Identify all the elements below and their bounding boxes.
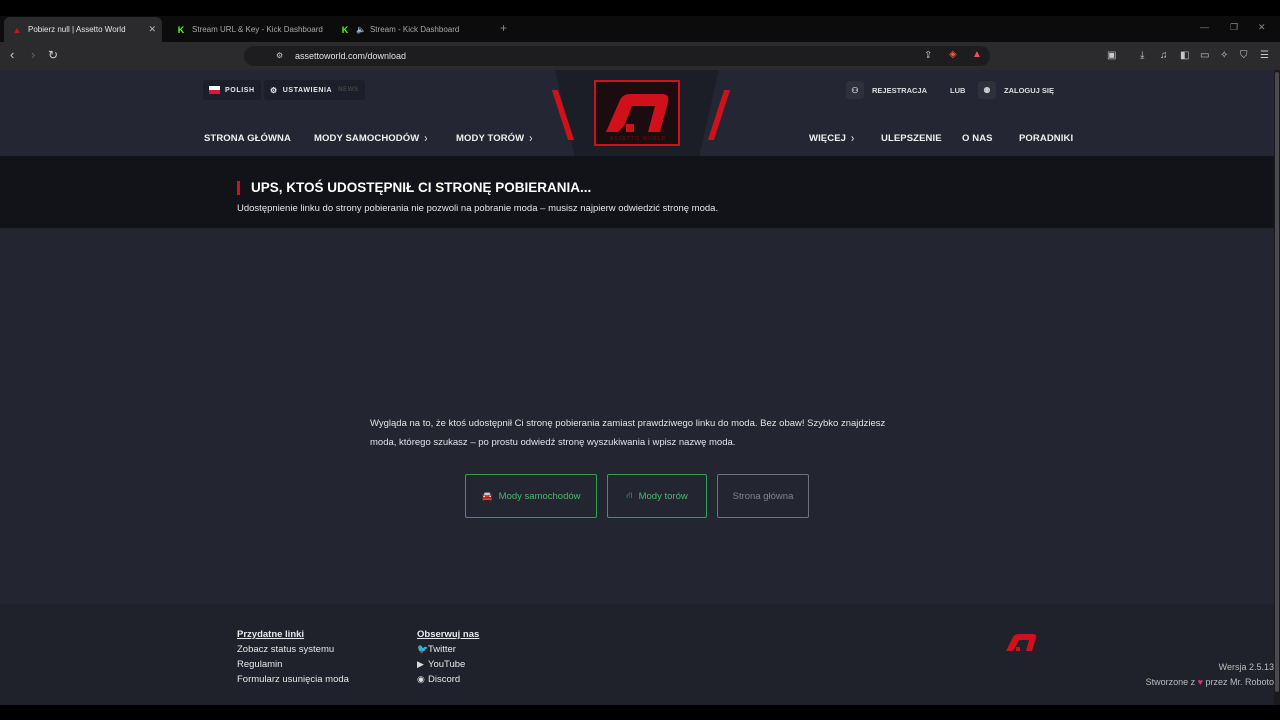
vpn-icon[interactable]: ⛉ bbox=[1240, 50, 1248, 62]
version-label: Wersja 2.5.13 bbox=[1218, 662, 1274, 672]
settings-label: USTAWIENIA bbox=[282, 86, 333, 94]
home-button[interactable]: Strona główna bbox=[717, 474, 809, 518]
menu-icon[interactable]: ☰ bbox=[1260, 50, 1269, 62]
nav-car-mods[interactable]: MODY SAMOCHODÓW › bbox=[314, 131, 428, 146]
settings-button[interactable]: ⚙ USTAWIENIA NEWS bbox=[264, 80, 365, 100]
follow-us-title: Obserwuj nas bbox=[417, 629, 480, 640]
heart-icon: ♥ bbox=[1197, 677, 1203, 687]
speaker-icon: 🔈 bbox=[356, 25, 366, 34]
browser-tab-bar: ▲ Pobierz null | Assetto World ✕ K Strea… bbox=[0, 0, 1280, 42]
url-text: assettoworld.com/download bbox=[295, 51, 407, 61]
tab-title: Stream - Kick Dashboard bbox=[369, 25, 460, 34]
poland-flag-icon bbox=[209, 86, 220, 94]
tab-title: Pobierz null | Assetto World bbox=[28, 25, 126, 34]
track-mods-button[interactable]: ⛙ Mody torów bbox=[607, 474, 707, 518]
add-user-icon: ⚇ bbox=[846, 81, 864, 99]
minimize-icon[interactable]: — bbox=[1200, 22, 1209, 32]
kick-favicon-icon: K bbox=[341, 24, 349, 35]
new-tab-icon[interactable]: + bbox=[500, 21, 507, 35]
link-system-status[interactable]: Zobacz status systemu bbox=[237, 642, 349, 657]
reload-icon[interactable]: ↻ bbox=[48, 48, 58, 62]
footer-version-block: Wersja 2.5.13 Stworzone z ♥ przez Mr. Ro… bbox=[237, 660, 1274, 690]
address-bar[interactable]: ⚙ assettoworld.com/download ⇪ ◈ ▲ bbox=[244, 46, 990, 66]
assetto-favicon-icon: ▲ bbox=[12, 24, 22, 35]
language-label: POLISH bbox=[225, 86, 255, 94]
twitter-icon: 🐦 bbox=[417, 644, 429, 654]
forward-icon[interactable]: › bbox=[31, 48, 35, 62]
tab-assetto-world[interactable]: ▲ Pobierz null | Assetto World ✕ bbox=[4, 17, 162, 42]
restore-icon[interactable]: ❐ bbox=[1230, 22, 1238, 33]
chevron-right-icon: › bbox=[424, 131, 428, 146]
info-message: Wygląda na to, że ktoś udostępnił Ci str… bbox=[370, 418, 886, 448]
reading-mode-icon[interactable]: ◧ bbox=[1180, 50, 1189, 62]
tab-title: Stream URL & Key - Kick Dashboard bbox=[192, 25, 323, 34]
top-strip bbox=[0, 0, 1280, 16]
nav-guides[interactable]: PORADNIKI bbox=[1019, 133, 1073, 144]
user-icon: ⚉ bbox=[978, 81, 996, 99]
scrollbar-thumb[interactable] bbox=[1275, 72, 1279, 692]
wallet-icon[interactable]: ▭ bbox=[1200, 50, 1209, 62]
web-page: ASSETTO WORLD POLISH ⚙ USTAWIENIA NEWS ⚇… bbox=[0, 70, 1274, 705]
language-selector[interactable]: POLISH bbox=[203, 80, 261, 100]
tab-kick-stream[interactable]: K 🔈 Stream - Kick Dashboard bbox=[332, 17, 492, 42]
nav-upgrade[interactable]: ULEPSZENIE bbox=[881, 133, 942, 144]
tab-kick-stream-key[interactable]: K Stream URL & Key - Kick Dashboard bbox=[168, 17, 328, 42]
settings-icon: ⚙ bbox=[270, 85, 278, 95]
road-icon: ⛙ bbox=[626, 490, 633, 500]
page-subtitle: Udostępnienie linku do strony pobierania… bbox=[237, 203, 719, 214]
link-twitter[interactable]: 🐦Twitter bbox=[417, 642, 479, 657]
login-button[interactable]: ⚉ ZALOGUJ SIĘ bbox=[978, 81, 1054, 99]
brave-shield-icon[interactable]: ◈ bbox=[949, 49, 957, 61]
media-icon[interactable]: ♫ bbox=[1160, 50, 1168, 62]
credit-line: Stworzone z ♥ przez Mr. Roboto bbox=[1145, 677, 1274, 687]
close-window-icon[interactable]: ✕ bbox=[1258, 22, 1266, 33]
kick-favicon-icon: K bbox=[177, 24, 185, 35]
register-label: REJESTRACJA bbox=[872, 85, 928, 95]
back-icon[interactable]: ‹ bbox=[10, 48, 14, 62]
download-icon[interactable]: ⤓ bbox=[1140, 50, 1144, 62]
page-title: UPS, KTOŚ UDOSTĘPNIŁ CI STRONĘ POBIERANI… bbox=[237, 181, 591, 195]
or-label: LUB bbox=[950, 85, 966, 95]
chevron-right-icon: › bbox=[851, 131, 855, 146]
car-mods-button[interactable]: 🚘 Mody samochodów bbox=[465, 474, 597, 518]
leo-ai-icon[interactable]: ✧ bbox=[1220, 50, 1228, 62]
useful-links-title: Przydatne linki bbox=[237, 629, 305, 640]
nav-track-mods[interactable]: MODY TORÓW › bbox=[456, 131, 533, 146]
car-icon: 🚘 bbox=[481, 490, 493, 501]
brave-rewards-icon[interactable]: ▲ bbox=[972, 49, 982, 61]
sidebar-icon[interactable]: ▣ bbox=[1107, 50, 1116, 62]
nav-about[interactable]: O NAS bbox=[962, 133, 993, 144]
browser-toolbar: ‹ › ↻ ⎕ ⚙ assettoworld.com/download ⇪ ◈ … bbox=[0, 42, 1280, 70]
nav-home[interactable]: STRONA GŁÓWNA bbox=[204, 133, 291, 144]
close-tab-icon[interactable]: ✕ bbox=[148, 24, 156, 35]
register-button[interactable]: ⚇ REJESTRACJA bbox=[846, 81, 927, 99]
bottom-strip bbox=[0, 705, 1280, 720]
page-title-banner bbox=[0, 156, 1274, 228]
chevron-right-icon: › bbox=[529, 131, 533, 146]
footer-logo-icon[interactable] bbox=[1004, 632, 1038, 652]
site-info-icon[interactable]: ⚙ bbox=[276, 50, 283, 62]
login-label: ZALOGUJ SIĘ bbox=[1004, 85, 1055, 95]
share-icon[interactable]: ⇪ bbox=[924, 50, 932, 62]
news-badge: NEWS bbox=[338, 87, 359, 93]
nav-more[interactable]: WIĘCEJ › bbox=[809, 131, 855, 146]
logo-subtitle: ASSETTO WORLD bbox=[609, 136, 667, 142]
